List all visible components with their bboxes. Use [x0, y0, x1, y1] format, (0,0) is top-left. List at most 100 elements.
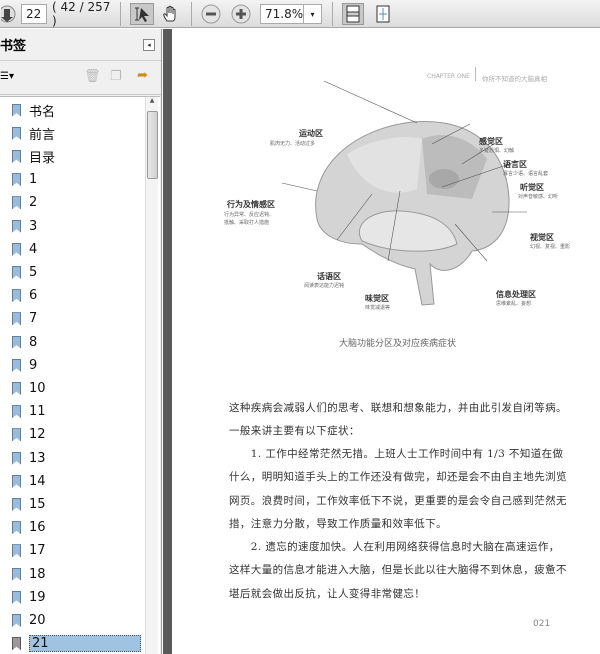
bookmark-label: 书名	[29, 104, 56, 120]
page-number-input[interactable]: 22	[21, 4, 47, 24]
figure-label-desc: 思维紊乱、妄想	[496, 301, 532, 307]
next-page-button[interactable]	[0, 3, 20, 25]
bookmark-label: 14	[29, 473, 46, 489]
figure-label: 听觉区	[520, 182, 544, 192]
scrollbar[interactable]: ▲	[145, 97, 158, 654]
bookmark-label: 16	[29, 520, 46, 536]
bookmark-icon	[12, 544, 21, 558]
brain-illustration	[281, 80, 527, 306]
bookmark-label: 8	[29, 334, 38, 350]
bookmark-item[interactable]: 16	[12, 518, 46, 538]
bookmark-label: 3	[29, 218, 38, 234]
zoom-out-button[interactable]	[200, 3, 222, 25]
toolbar: 22 ( 42 / 257 ) 71.8% ▾	[0, 0, 600, 28]
new-bookmark-icon[interactable]: ❐	[110, 69, 122, 84]
options-menu-icon[interactable]: ☰▾	[0, 71, 14, 82]
bookmark-item[interactable]: 13	[12, 448, 46, 468]
zoom-level-input[interactable]: 71.8%	[260, 4, 304, 24]
bookmark-item[interactable]: 12	[12, 425, 46, 445]
bookmark-label: 20	[29, 612, 46, 628]
bookmark-icon	[12, 265, 21, 279]
bookmark-icon	[12, 428, 21, 442]
bookmark-item[interactable]: 15	[12, 494, 46, 514]
fit-width-icon[interactable]	[372, 3, 394, 25]
document-page: CHAPTER ONE 你所不知道的大脑真相 运动区 肌肉无力、活动过多 感觉区…	[172, 29, 600, 654]
fit-page-icon[interactable]	[342, 3, 364, 25]
bookmark-label: 目录	[29, 150, 56, 166]
bookmark-item[interactable]: 3	[12, 216, 37, 236]
bookmark-label: 18	[29, 566, 46, 582]
bookmark-icon	[12, 103, 21, 117]
body-paragraph: 2. 遗忘的速度加快。人在利用网络获得信息时大脑在高速运作，这样大量的信息才能进…	[229, 541, 567, 600]
zoom-in-button[interactable]	[230, 3, 252, 25]
bookmark-label: 15	[29, 496, 46, 512]
figure-label-desc: 寡言少语、语言乱套	[503, 171, 549, 177]
bookmark-list: ▲ 书名 前言 目录 1 2 3 4 5 6 7 8 9 10 11 12 13 14 15 16 17 18 19 20 2…	[0, 96, 160, 654]
bookmark-item[interactable]: 6	[12, 286, 37, 306]
body-paragraph: 这种疾病会减弱人们的思考、联想和想象能力，并由此引发自闭等病。一般来讲主要有以下…	[229, 402, 567, 438]
bookmark-icon	[12, 358, 21, 372]
figure-label: 语言区	[503, 159, 527, 169]
delete-bookmark-icon[interactable]: 🗑	[84, 69, 101, 84]
bookmark-item[interactable]: 书名	[12, 100, 55, 120]
bookmark-label: 4	[29, 241, 38, 257]
bookmark-item[interactable]: 5	[12, 262, 37, 282]
bookmark-item[interactable]: 21	[12, 634, 141, 654]
figure-label-desc: 幻视、复视、重影	[530, 244, 571, 250]
bookmark-item[interactable]: 前言	[12, 123, 55, 143]
select-tool-icon[interactable]	[130, 3, 154, 25]
figure-label: 话语区	[317, 271, 341, 281]
bookmark-label: 5	[29, 264, 38, 280]
expand-bookmark-icon[interactable]: ➦	[137, 68, 148, 83]
bookmark-icon	[12, 126, 21, 140]
bookmark-icon	[12, 521, 21, 535]
bookmark-item[interactable]: 18	[12, 564, 46, 584]
bookmark-icon	[12, 405, 21, 419]
bookmark-item[interactable]: 7	[12, 309, 37, 329]
bookmark-icon	[12, 335, 21, 349]
bookmark-icon	[12, 242, 21, 256]
zoom-dropdown-icon[interactable]: ▾	[303, 4, 322, 24]
bookmark-label: 9	[29, 357, 38, 373]
bookmark-item[interactable]: 目录	[12, 146, 55, 166]
figure-label: 视觉区	[530, 232, 554, 242]
hand-tool-icon[interactable]	[160, 3, 182, 25]
figure-label-desc: 阅读表达能力迟钝	[304, 283, 345, 289]
bookmark-icon	[12, 567, 21, 581]
bookmark-item[interactable]: 4	[12, 239, 37, 259]
bookmark-item[interactable]: 2	[12, 193, 37, 213]
bookmark-icon	[12, 149, 21, 163]
bookmark-label: 6	[29, 288, 38, 304]
collapse-panel-button[interactable]: ◂	[143, 39, 155, 51]
bookmark-label: 12	[29, 427, 46, 443]
page-number: 021	[533, 619, 551, 629]
figure-label: 运动区	[299, 128, 323, 138]
bookmark-item[interactable]: 17	[12, 541, 46, 561]
bookmark-icon	[12, 196, 21, 210]
bookmark-item[interactable]: 8	[12, 332, 37, 352]
bookmark-item[interactable]: 11	[12, 402, 46, 422]
figure-caption: 大脑功能分区及对应疾病症状	[339, 339, 457, 349]
scrollbar-thumb[interactable]	[147, 111, 158, 179]
bookmark-item[interactable]: 9	[12, 355, 37, 375]
bookmark-label: 2	[29, 195, 38, 211]
bookmark-label: 17	[29, 543, 46, 559]
bookmark-label: 21	[29, 635, 141, 653]
bookmark-label: 1	[29, 172, 38, 188]
figure-label-desc: 多疑恐惧、幻触	[479, 148, 515, 154]
bookmark-item[interactable]: 19	[12, 587, 46, 607]
bookmark-icon	[12, 173, 21, 187]
bookmark-icon	[12, 637, 21, 651]
bookmark-icon	[12, 474, 21, 488]
bookmark-label: 7	[29, 311, 38, 327]
figure-label-desc: 味觉减退等	[365, 305, 391, 311]
bookmark-item[interactable]: 10	[12, 378, 46, 398]
bookmark-label: 13	[29, 450, 46, 466]
bookmark-icon	[12, 289, 21, 303]
page-count: ( 42 / 257 )	[52, 0, 111, 28]
bookmark-item[interactable]: 20	[12, 610, 46, 630]
bookmark-label: 11	[29, 404, 46, 420]
bookmark-item[interactable]: 1	[12, 170, 37, 190]
figure-label: 行为及情感区	[227, 199, 275, 209]
bookmark-item[interactable]: 14	[12, 471, 46, 491]
